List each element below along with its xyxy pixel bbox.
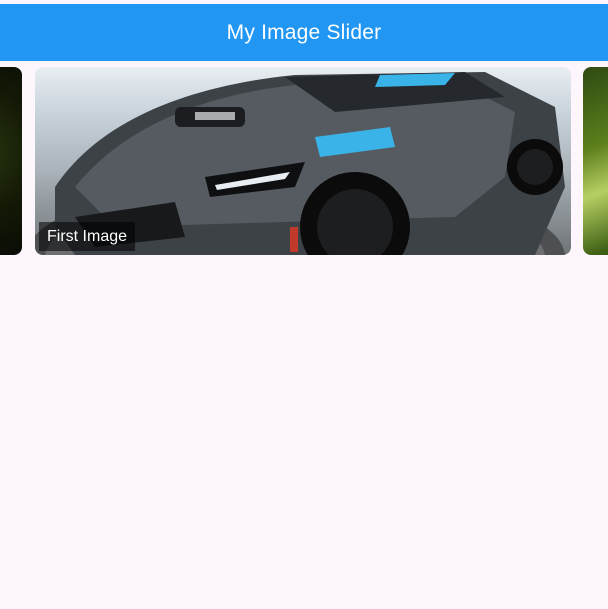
slide-next-peek[interactable] (583, 67, 608, 255)
slide-current[interactable]: First Image (35, 67, 571, 255)
image-slider[interactable]: First Image (0, 67, 608, 255)
slide-caption: First Image (39, 222, 136, 251)
app-bar-title: My Image Slider (226, 20, 382, 44)
slide-previous-peek[interactable] (0, 67, 22, 255)
app-bar: My Image Slider (0, 4, 608, 61)
